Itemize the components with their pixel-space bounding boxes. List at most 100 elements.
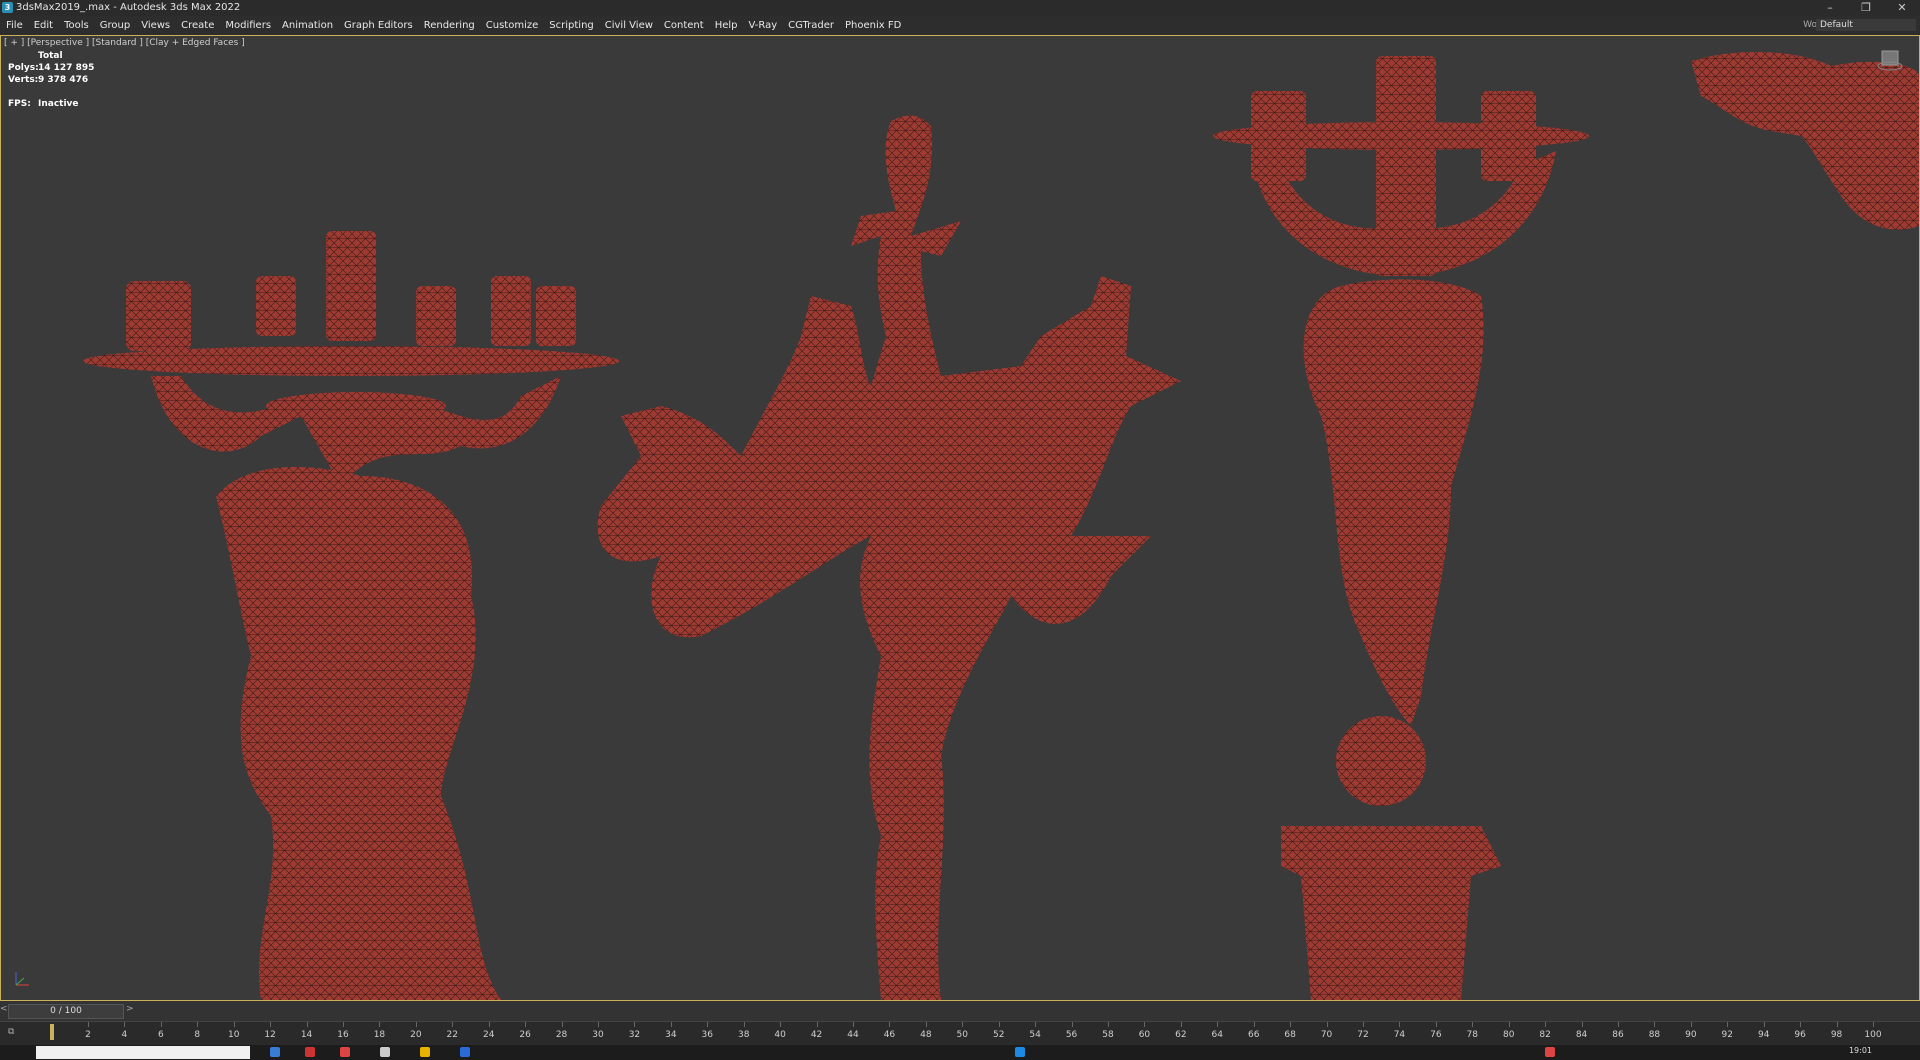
timeline-tick bbox=[1253, 1022, 1255, 1027]
timeline-tick-label: 56 bbox=[1065, 1030, 1078, 1040]
timeline-tick bbox=[1217, 1022, 1219, 1027]
menu-item-scripting[interactable]: Scripting bbox=[549, 16, 593, 35]
menu-item-tools[interactable]: Tools bbox=[64, 16, 89, 35]
timeline-tick-label: 86 bbox=[1612, 1030, 1624, 1040]
track-bar[interactable]: ⧉ 2 4 6 8 10 12 14 16 18 20 22 24 26 28 30 32 34 36 38 40 42… bbox=[0, 1021, 1920, 1046]
menu-item-create[interactable]: Create bbox=[181, 16, 214, 35]
timeline-tick bbox=[88, 1022, 89, 1027]
timeline-tick-label: 54 bbox=[1029, 1030, 1041, 1040]
workspaces-select[interactable]: Default bbox=[1816, 19, 1916, 31]
polys-label: Polys: bbox=[8, 63, 39, 73]
stats-overlay: Total Polys: 14 127 895 Verts: 9 378 476 bbox=[8, 50, 94, 86]
menu-item-content[interactable]: Content bbox=[664, 16, 704, 35]
taskbar-app-icon[interactable] bbox=[270, 1047, 280, 1057]
timeline-tick bbox=[561, 1022, 563, 1027]
timeline-tick-label: 74 bbox=[1393, 1030, 1406, 1040]
taskbar-app-icon[interactable] bbox=[420, 1047, 430, 1057]
menu-item-phoenix-fd[interactable]: Phoenix FD bbox=[845, 16, 901, 35]
timeline-tick-label: 42 bbox=[810, 1030, 823, 1040]
timeline-tick-label: 72 bbox=[1357, 1030, 1369, 1040]
prev-frame-button[interactable]: < bbox=[0, 1004, 8, 1014]
timeline-tick bbox=[1873, 1022, 1874, 1027]
timeline-tick-label: 88 bbox=[1648, 1030, 1661, 1040]
taskbar-search-input[interactable] bbox=[36, 1046, 250, 1059]
viewcube-icon[interactable] bbox=[1877, 46, 1903, 72]
menu-item-modifiers[interactable]: Modifiers bbox=[225, 16, 271, 35]
taskbar-app-icon[interactable] bbox=[340, 1047, 350, 1057]
timeline-tick-label: 36 bbox=[701, 1030, 714, 1040]
timeline-tick bbox=[1071, 1022, 1073, 1027]
timeline-tick-label: 28 bbox=[555, 1030, 568, 1040]
timeline-tick bbox=[1727, 1022, 1729, 1027]
timeline-tick-label: 82 bbox=[1539, 1030, 1551, 1040]
candelabra-right bbox=[1213, 56, 1589, 1000]
axis-gizmo-icon bbox=[15, 972, 29, 986]
timeline-tick-label: 10 bbox=[227, 1030, 240, 1040]
timeline-tick bbox=[124, 1022, 126, 1027]
taskbar-app-icon[interactable] bbox=[460, 1047, 470, 1057]
timeline-tick bbox=[488, 1022, 490, 1027]
timeline-tick-label: 38 bbox=[737, 1030, 750, 1040]
timeline-tick-label: 12 bbox=[264, 1030, 276, 1040]
timeline-tick-label: 92 bbox=[1721, 1030, 1734, 1040]
close-icon[interactable]: ✕ bbox=[1884, 0, 1920, 16]
taskbar-app-icon[interactable] bbox=[1015, 1047, 1025, 1057]
minimize-icon[interactable]: – bbox=[1812, 0, 1848, 16]
timeline-tick bbox=[1108, 1022, 1109, 1027]
perspective-viewport[interactable]: [ + ] [Perspective ] [Standard ] [Clay +… bbox=[0, 35, 1920, 1001]
timeline-tick-label: 70 bbox=[1320, 1030, 1333, 1040]
menu-item-cgtrader[interactable]: CGTrader bbox=[788, 16, 834, 35]
title-bar: 3 3dsMax2019_.max - Autodesk 3ds Max 202… bbox=[0, 0, 1920, 16]
scene-render bbox=[83, 51, 1919, 1000]
timeline-tick bbox=[160, 1022, 162, 1027]
menu-item-v-ray[interactable]: V-Ray bbox=[749, 16, 778, 35]
timeline-tick bbox=[853, 1022, 854, 1027]
timeline-tick bbox=[415, 1022, 417, 1027]
timeline-tick bbox=[1144, 1022, 1146, 1027]
fps-label: FPS: bbox=[8, 99, 31, 109]
timeline-tick-label: 78 bbox=[1466, 1030, 1479, 1040]
menu-item-group[interactable]: Group bbox=[100, 16, 130, 35]
time-slider[interactable]: 0 / 100 bbox=[8, 1004, 124, 1019]
window-controls: – ❐ ✕ bbox=[1812, 0, 1920, 16]
timeline-tick bbox=[1472, 1022, 1474, 1027]
timeline-tick bbox=[379, 1022, 381, 1027]
menu-item-file[interactable]: File bbox=[6, 16, 23, 35]
timeline-tick bbox=[1545, 1022, 1547, 1027]
menu-item-customize[interactable]: Customize bbox=[486, 16, 539, 35]
timeline-tick bbox=[1290, 1022, 1292, 1027]
timeline-tick bbox=[1508, 1022, 1510, 1027]
verts-label: Verts: bbox=[8, 75, 39, 85]
menu-item-rendering[interactable]: Rendering bbox=[424, 16, 475, 35]
timeline-tick bbox=[743, 1022, 745, 1027]
taskbar-app-icon[interactable] bbox=[305, 1047, 315, 1057]
app-icon: 3 bbox=[2, 2, 13, 13]
track-bar-toggle-icon[interactable]: ⧉ bbox=[8, 1027, 14, 1037]
menu-item-civil-view[interactable]: Civil View bbox=[605, 16, 653, 35]
timeline-tick bbox=[1180, 1022, 1182, 1027]
restore-icon[interactable]: ❐ bbox=[1848, 0, 1884, 16]
timeline-tick bbox=[233, 1022, 235, 1027]
menu-item-edit[interactable]: Edit bbox=[34, 16, 53, 35]
menu-item-graph-editors[interactable]: Graph Editors bbox=[344, 16, 413, 35]
timeline-tick-label: 6 bbox=[157, 1030, 164, 1040]
taskbar-app-icon[interactable] bbox=[380, 1047, 390, 1057]
menu-bar: File Edit Tools Group Views Create Modifiers An… bbox=[0, 16, 1920, 35]
timeline-tick bbox=[998, 1022, 1000, 1027]
menu-item-views[interactable]: Views bbox=[141, 16, 170, 35]
menu-item-help[interactable]: Help bbox=[715, 16, 738, 35]
timeline-tick-label: 50 bbox=[956, 1030, 969, 1040]
timeline-tick bbox=[1836, 1022, 1838, 1027]
timeline-tick bbox=[780, 1022, 782, 1027]
taskbar-app-icon[interactable] bbox=[1545, 1047, 1555, 1057]
viewport-label[interactable]: [ + ] [Perspective ] [Standard ] [Clay +… bbox=[4, 38, 245, 48]
timeline-tick bbox=[1800, 1022, 1802, 1027]
next-frame-button[interactable]: > bbox=[126, 1004, 134, 1014]
timeline-tick-label: 100 bbox=[1864, 1030, 1882, 1040]
current-frame-marker[interactable] bbox=[50, 1024, 54, 1040]
timeline-tick bbox=[816, 1022, 818, 1027]
menu-item-animation[interactable]: Animation bbox=[282, 16, 333, 35]
timeline-tick-label: 84 bbox=[1575, 1030, 1588, 1040]
timeline-tick bbox=[1654, 1022, 1656, 1027]
timeline-tick-label: 16 bbox=[337, 1030, 349, 1040]
